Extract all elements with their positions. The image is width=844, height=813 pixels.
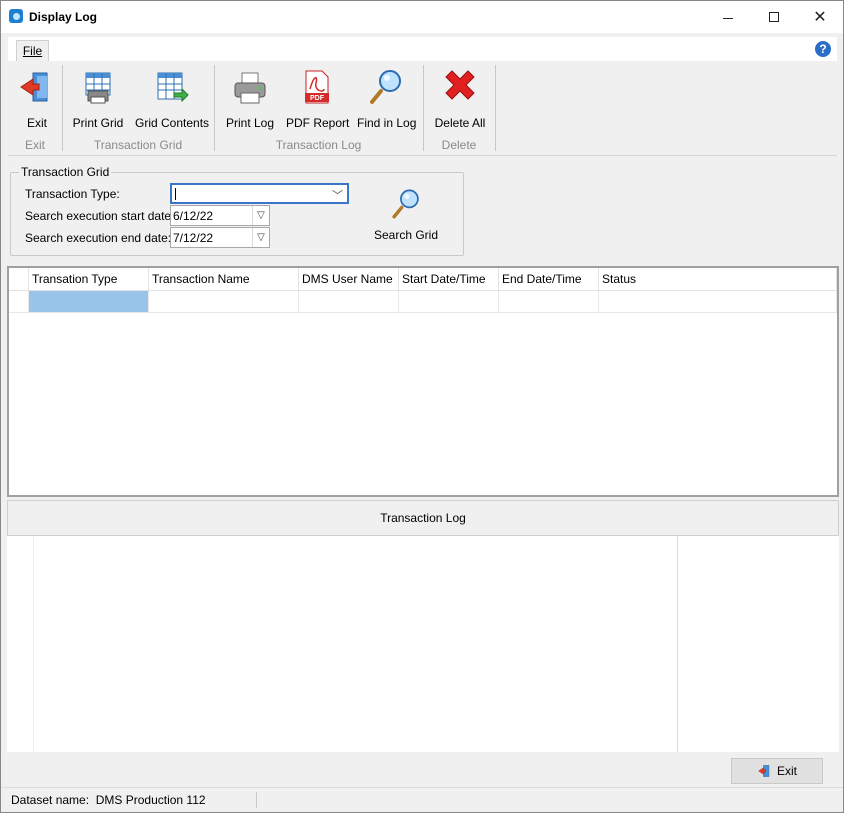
grid-contents-label: Grid Contents (135, 116, 210, 130)
search-grid-button[interactable]: Search Grid (373, 187, 439, 242)
column-header[interactable]: Transaction Name (149, 268, 299, 291)
dataset-label: Dataset name: (11, 793, 90, 807)
delete-all-button[interactable]: Delete All (432, 67, 488, 130)
exit-door-icon (758, 765, 770, 777)
title-bar: Display Log ✕ (1, 1, 843, 33)
dataset-status: Dataset name: DMS Production 112 (11, 793, 206, 807)
display-log-window: Display Log ✕ File ? Exit Exit Print Gri… (0, 0, 844, 813)
ribbon-tab-strip: File ? (8, 37, 837, 62)
end-date-picker[interactable]: 7/12/22 ▽ (170, 227, 270, 248)
start-date-picker[interactable]: 6/12/22 ▽ (170, 205, 270, 226)
dataset-value: DMS Production 112 (95, 793, 206, 807)
column-header[interactable]: End Date/Time (499, 268, 599, 291)
table-cell[interactable] (149, 291, 299, 313)
pdf-badge-text: PDF (310, 95, 325, 102)
group-label-transaction-log: Transaction Log (275, 138, 362, 152)
column-header[interactable]: Status (599, 268, 837, 291)
print-log-label: Print Log (226, 116, 275, 130)
maximize-button[interactable] (751, 1, 797, 33)
maximize-icon (769, 12, 779, 22)
magnifier-icon (366, 67, 406, 107)
grid-contents-icon (150, 67, 190, 107)
grid-contents-button[interactable]: Grid Contents (135, 67, 210, 130)
chevron-down-icon[interactable]: ▽ (252, 228, 269, 247)
group-label-delete: Delete (441, 138, 477, 152)
printer-icon (230, 67, 270, 107)
group-separator (495, 65, 496, 151)
start-date-value: 6/12/22 (173, 209, 214, 223)
end-date-value: 7/12/22 (173, 231, 214, 245)
print-grid-button[interactable]: Print Grid (71, 67, 125, 130)
column-header[interactable]: Start Date/Time (399, 268, 499, 291)
log-splitter[interactable] (677, 536, 678, 752)
chevron-down-icon: ﹀ (332, 190, 343, 202)
close-button[interactable]: ✕ (797, 1, 843, 33)
row-header[interactable] (9, 291, 29, 313)
tab-file[interactable]: File (16, 40, 49, 62)
help-icon[interactable]: ? (815, 41, 831, 57)
table-cell[interactable] (599, 291, 837, 313)
minimize-icon (723, 17, 733, 19)
end-date-label: Search execution end date: (25, 231, 172, 245)
status-bar: Dataset name: DMS Production 112 (1, 787, 843, 812)
group-label-exit: Exit (24, 138, 45, 152)
delete-x-icon (440, 67, 480, 107)
transaction-grid[interactable]: Transation Type Transaction Name DMS Use… (7, 266, 839, 497)
delete-all-label: Delete All (434, 116, 486, 130)
print-log-button[interactable]: Print Log (226, 67, 275, 130)
transaction-log-header[interactable]: Transaction Log (7, 500, 839, 536)
minimize-button[interactable] (705, 1, 751, 33)
ribbon-exit-button[interactable]: Exit (17, 67, 57, 130)
transaction-type-combo[interactable]: ﹀ (170, 183, 349, 204)
pdf-icon: PDF (296, 67, 336, 107)
close-icon: ✕ (813, 9, 827, 26)
table-cell[interactable] (499, 291, 599, 313)
table-cell[interactable] (299, 291, 399, 313)
search-grid-label: Search Grid (373, 228, 439, 242)
table-cell-selected[interactable] (29, 291, 149, 313)
column-header[interactable]: Transation Type (29, 268, 149, 291)
column-header[interactable]: DMS User Name (299, 268, 399, 291)
ribbon-exit-label: Exit (26, 116, 47, 130)
tab-file-label: File (22, 44, 43, 58)
find-in-log-label: Find in Log (357, 116, 417, 130)
ribbon: Exit Exit Print Grid Grid Contents Trans… (8, 61, 837, 156)
print-grid-icon (78, 67, 118, 107)
status-separator (256, 792, 257, 808)
search-icon (392, 189, 419, 219)
group-label-transaction-grid: Transaction Grid (93, 138, 183, 152)
transaction-type-label: Transaction Type: (25, 187, 120, 201)
text-caret (175, 188, 176, 200)
exit-door-icon (17, 67, 57, 107)
app-icon (9, 9, 23, 23)
pdf-report-button[interactable]: PDF PDF Report (286, 67, 350, 130)
row-header-corner (9, 268, 29, 291)
table-cell[interactable] (399, 291, 499, 313)
transaction-grid-legend: Transaction Grid (19, 165, 112, 179)
transaction-log-panel[interactable] (7, 536, 839, 752)
log-gutter-divider (33, 536, 34, 752)
start-date-label: Search execution start date: (25, 209, 175, 223)
chevron-down-icon[interactable]: ▽ (252, 206, 269, 225)
footer-exit-label: Exit (776, 764, 797, 778)
transaction-grid-body: Transation Type Transaction Name DMS Use… (9, 268, 837, 495)
window-title: Display Log (29, 10, 98, 24)
print-grid-label: Print Grid (72, 116, 124, 130)
footer-exit-button[interactable]: Exit (731, 758, 823, 784)
find-in-log-button[interactable]: Find in Log (357, 67, 417, 130)
pdf-report-label: PDF Report (286, 116, 350, 130)
